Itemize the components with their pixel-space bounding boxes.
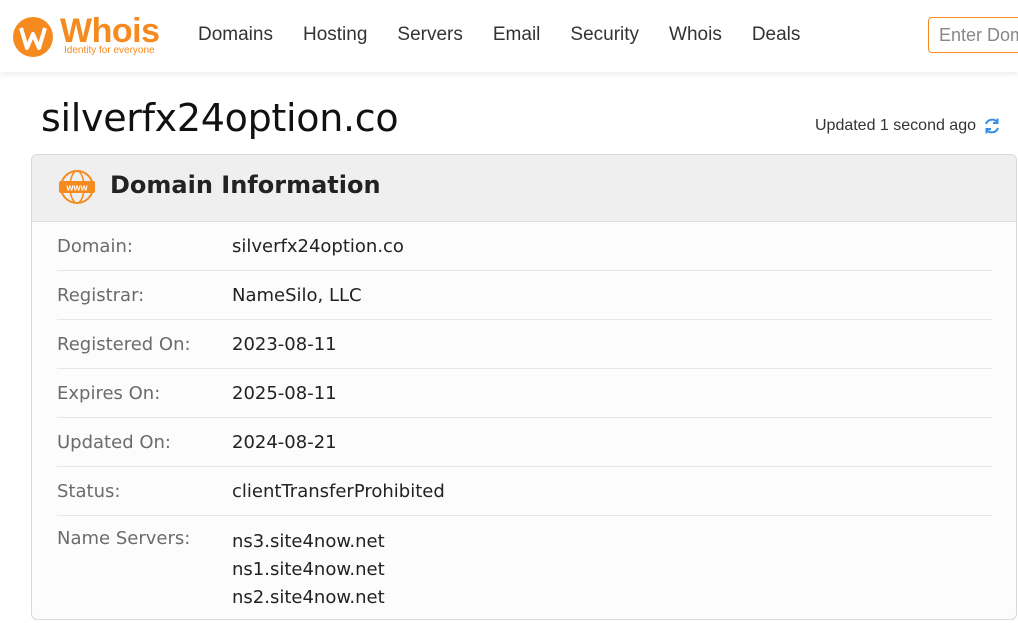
- nav-hosting[interactable]: Hosting: [303, 24, 367, 46]
- www-globe-icon: www: [59, 170, 95, 204]
- row-value: silverfx24option.co: [232, 235, 404, 257]
- card-title: Domain Information: [110, 171, 381, 199]
- nav-security[interactable]: Security: [570, 24, 639, 46]
- row-label: Registered On:: [57, 333, 191, 355]
- card-header: www Domain Information: [32, 155, 1016, 222]
- domain-info-card: www Domain Information Domain: silverfx2…: [31, 154, 1017, 620]
- row-registered-on: Registered On: 2023-08-11: [57, 320, 992, 369]
- name-server-item: ns1.site4now.net: [232, 559, 385, 580]
- row-status: Status: clientTransferProhibited: [57, 467, 992, 516]
- row-registrar: Registrar: NameSilo, LLC: [57, 271, 992, 320]
- row-label: Status:: [57, 480, 121, 502]
- name-server-item: ns3.site4now.net: [232, 531, 385, 552]
- nav-servers[interactable]: Servers: [397, 24, 462, 46]
- updated-text: Updated 1 second ago: [814, 117, 976, 134]
- domain-search-input[interactable]: [928, 17, 1018, 53]
- whois-logo[interactable]: Whois Identity for everyone: [12, 12, 172, 60]
- row-updated-on: Updated On: 2024-08-21: [57, 418, 992, 467]
- row-value: 2023-08-11: [232, 333, 337, 355]
- info-rows: Domain: silverfx24option.co Registrar: N…: [57, 222, 992, 612]
- nav-whois[interactable]: Whois: [669, 24, 722, 46]
- row-value: NameSilo, LLC: [232, 284, 362, 306]
- row-domain: Domain: silverfx24option.co: [57, 222, 992, 271]
- main-nav: Domains Hosting Servers Email Security W…: [198, 24, 830, 46]
- nav-email[interactable]: Email: [493, 24, 541, 46]
- row-value: 2024-08-21: [232, 431, 337, 453]
- name-server-item: ns2.site4now.net: [232, 587, 385, 608]
- logo-mark-icon: [13, 17, 53, 57]
- row-label: Registrar:: [57, 284, 145, 306]
- name-server-list: ns3.site4now.net ns1.site4now.net ns2.si…: [232, 528, 385, 612]
- www-icon-text: www: [65, 183, 88, 193]
- site-header: Whois Identity for everyone Domains Host…: [0, 0, 1018, 72]
- row-value: clientTransferProhibited: [232, 480, 445, 502]
- row-label: Expires On:: [57, 382, 161, 404]
- updated-status: Updated 1 second ago: [815, 116, 1002, 136]
- logo-tagline: Identity for everyone: [64, 45, 155, 56]
- nav-deals[interactable]: Deals: [752, 24, 801, 46]
- row-value: 2025-08-11: [232, 382, 337, 404]
- row-label: Updated On:: [57, 431, 171, 453]
- row-label: Domain:: [57, 235, 133, 257]
- row-label: Name Servers:: [57, 528, 191, 549]
- row-name-servers: Name Servers: ns3.site4now.net ns1.site4…: [57, 516, 992, 612]
- refresh-icon[interactable]: [982, 116, 1002, 136]
- row-expires-on: Expires On: 2025-08-11: [57, 369, 992, 418]
- page-title: silverfx24option.co: [41, 96, 399, 140]
- nav-domains[interactable]: Domains: [198, 24, 273, 46]
